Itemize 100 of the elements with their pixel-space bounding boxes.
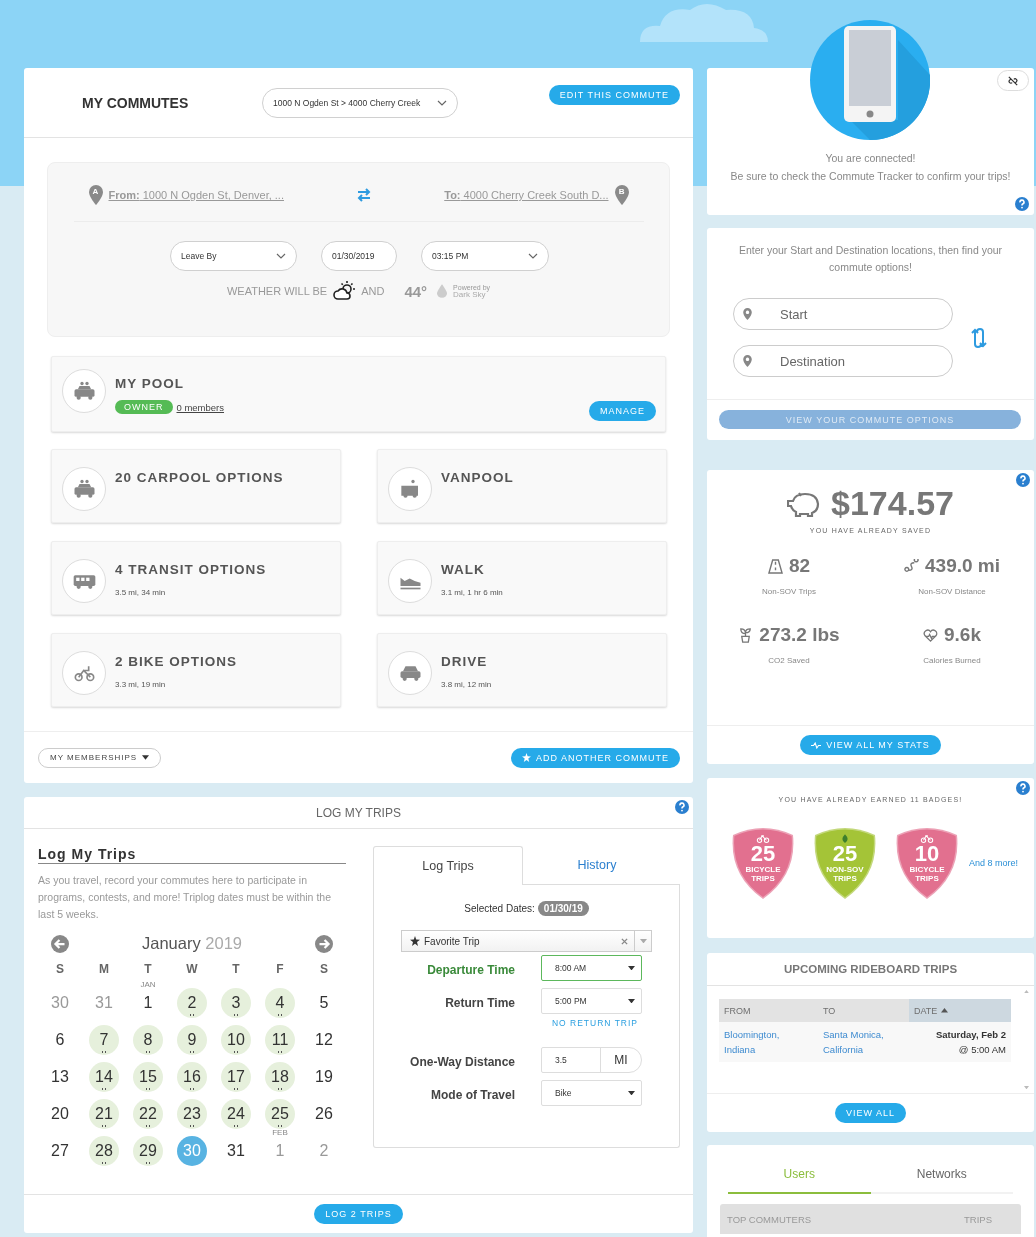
calendar-day[interactable]: 26 [309,1098,339,1129]
unlink-button[interactable] [997,70,1029,91]
calendar-day[interactable]: 9 [177,1024,207,1055]
memberships-button[interactable]: MY MEMBERSHIPS [38,747,162,768]
option-title: WALK [441,562,486,577]
calendar-day[interactable]: 10 [221,1024,251,1055]
field-label: Departure Time [426,962,515,977]
calendar-day[interactable]: 16 [177,1061,207,1092]
calendar-day[interactable]: 23 [177,1098,207,1129]
tab[interactable]: History [523,846,671,884]
members-link[interactable]: 0 members [176,401,224,413]
calendar-day[interactable]: 15 [133,1061,163,1092]
clear-icon[interactable] [621,937,628,945]
connection-detail: Be sure to check the Commute Tracker to confirm your trips! [730,169,1011,184]
start-field[interactable]: Start [733,298,953,330]
calendar-day[interactable]: 1 [133,987,163,1018]
calendar-day[interactable]: 17 [221,1061,251,1092]
column-header[interactable]: TO [818,999,909,1022]
scroll-up-icon[interactable] [1024,990,1029,994]
date-field[interactable]: 01/30/2019 [321,241,397,271]
option-card[interactable]: 4 TRANSIT OPTIONS 3.5 mi, 34 min [51,541,341,615]
calendar-day[interactable]: 31 [221,1135,251,1166]
select-field[interactable]: Bike [541,1080,642,1106]
option-card[interactable]: WALK 3.1 mi, 1 hr 6 min [377,541,667,615]
calendar-day[interactable]: 21 [89,1098,119,1129]
option-detail: 3.3 mi, 19 min [115,680,167,689]
previous-icon[interactable] [51,934,69,953]
badge-number: 10 [914,843,940,865]
section-heading: Log My Trips [38,846,346,864]
calendar-day[interactable]: 5 [309,987,339,1018]
calendar-day[interactable]: 29 [133,1135,163,1166]
column-header[interactable]: DATE [909,999,1011,1022]
option-title: 20 CARPOOL OPTIONS [115,470,284,485]
calendar-day[interactable]: 19 [309,1061,339,1092]
connection-message: You are connected! [825,152,916,164]
calendar-day[interactable]: 8 [133,1024,163,1055]
option-card[interactable]: 2 BIKE OPTIONS 3.3 mi, 19 min [51,633,341,707]
commute-select[interactable]: 1000 N Ogden St > 4000 Cherry Creek [262,87,458,118]
favorite-trip-select[interactable]: Favorite Trip [401,930,652,952]
from-link[interactable]: Bloomington, Indiana [719,1022,818,1062]
pin-a-icon [88,185,103,205]
heart-icon [923,627,938,643]
swap-icon[interactable] [970,327,988,348]
badge-label: NON-SOV [826,865,864,874]
weekday-label: T [231,962,241,978]
option-card[interactable]: 20 CARPOOL OPTIONS [51,449,341,523]
calendar-day[interactable]: 11 [265,1024,295,1055]
time-select[interactable]: 03:15 PM [421,241,549,271]
stat-label: Calories Burned [923,656,981,665]
calendar-day[interactable]: 13 [45,1061,75,1092]
help-icon[interactable] [1016,781,1030,795]
calendar-day[interactable]: 2 [177,987,207,1018]
help-icon[interactable] [1016,473,1030,487]
transit-icon [62,559,106,603]
caret-icon [628,1090,635,1096]
column-header: TRIPS [964,1213,992,1225]
select-field[interactable]: 8:00 AM [541,955,642,981]
calendar-day[interactable]: 18 [265,1061,295,1092]
description: As you travel, record your commutes here to participate in programs, contests, and more! Triplog dates must be within the last 5 weeks. [38,873,332,922]
calendar-day[interactable]: 12 [309,1024,339,1055]
more-badges-link[interactable]: And 8 more! [969,858,1018,868]
walk-icon [388,559,432,603]
stat-value: 273.2 lbs [759,624,840,646]
marker-label: A [92,187,99,196]
month-label: January [142,934,201,952]
calendar-day[interactable]: 22 [133,1098,163,1129]
calendar-day[interactable]: 27 [45,1135,75,1166]
tab[interactable]: Log Trips [373,846,523,884]
date-chip: 01/30/19 [537,901,589,916]
leave-by-select[interactable]: Leave By [170,241,297,271]
calendar-day[interactable]: 3 [221,987,251,1018]
calendar-day[interactable]: 4 [265,987,295,1018]
role-badge: OWNER [115,400,173,414]
year-label: 2019 [205,934,242,952]
select-field[interactable]: 5:00 PM [541,988,642,1014]
calendar-day[interactable]: 24 [221,1098,251,1129]
calendar-day[interactable]: 14 [89,1061,119,1092]
unlink-icon [1008,75,1018,86]
calendar-day[interactable]: 6 [45,1024,75,1055]
option-card[interactable]: VANPOOL [377,449,667,523]
calendar-day[interactable]: 28 [89,1135,119,1166]
option-card[interactable]: DRIVE 3.8 mi, 12 min [377,633,667,707]
month-abbr: JAN [139,980,157,989]
card-title: UPCOMING RIDEBOARD TRIPS [707,953,1034,986]
finder-intro: Enter your Start and Destination locations, then find your commute options! [737,243,1004,275]
next-icon[interactable] [315,934,333,953]
calendar-day[interactable]: 25 [265,1098,295,1129]
tab[interactable]: Networks [870,1167,1013,1194]
to-link[interactable]: Santa Monica, California [818,1022,909,1062]
calendar-day[interactable]: 7 [89,1024,119,1055]
swap-icon[interactable] [356,188,373,202]
bicycle-icon [920,834,934,843]
chevron-down-icon [276,253,286,259]
temperature: 44° [404,282,428,300]
help-icon[interactable] [1015,197,1029,211]
scroll-down-icon[interactable] [1024,1085,1029,1089]
calendar-day[interactable]: 20 [45,1098,75,1129]
destination-field[interactable]: Destination [733,345,953,377]
help-icon[interactable] [675,800,689,814]
column-header[interactable]: FROM [719,999,818,1022]
